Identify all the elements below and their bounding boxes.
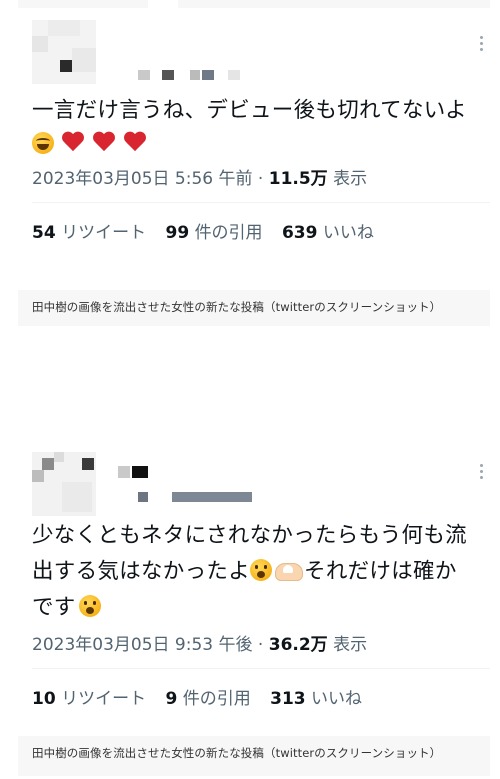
red-heart-icon: [123, 132, 147, 154]
tweet-text: 少なくともネタにされなかったらもう何も流 出する気はなかったよ それだけは確か で…: [32, 523, 467, 620]
views-count: 36.2万: [268, 635, 328, 655]
quotes-stat[interactable]: 9 件の引用: [165, 689, 250, 709]
divider: [32, 202, 490, 203]
avatar-blurred[interactable]: [32, 452, 96, 516]
post-panel-2: 少なくともネタにされなかったらもう何も流 出する気はなかったよ それだけは確か で…: [18, 426, 490, 776]
views-label: 表示: [333, 169, 368, 189]
quotes-stat[interactable]: 99 件の引用: [165, 223, 262, 243]
image-caption: 田中樹の画像を流出させた女性の新たな投稿（twitterのスクリーンショット）: [32, 746, 442, 760]
laughing-face-icon: [32, 132, 54, 154]
tweet-stats: 10 リツイート 9 件の引用 313 いいね: [32, 684, 376, 709]
tweet-text: 一言だけ言うね、デビュー後も切れてないよ: [32, 94, 482, 161]
red-heart-icon: [92, 132, 116, 154]
likes-stat[interactable]: 639 いいね: [282, 223, 374, 243]
tweet-stats: 54 リツイート 99 件の引用 639 いいね: [32, 218, 388, 243]
display-name-blurred[interactable]: [118, 466, 150, 478]
username-blurred[interactable]: [138, 70, 242, 80]
tweet-date[interactable]: 2023年03月05日 5:56 午前: [32, 169, 253, 189]
more-options-icon[interactable]: [480, 36, 484, 54]
tweet-meta: 2023年03月05日 9:53 午後 · 36.2万 表示: [32, 635, 368, 655]
views-count: 11.5万: [268, 169, 328, 189]
more-options-icon[interactable]: [480, 464, 484, 482]
retweets-stat[interactable]: 54 リツイート: [32, 223, 146, 243]
heart-hands-icon: [274, 560, 304, 581]
post-panel-1: 一言だけ言うね、デビュー後も切れてないよ 2023年03月05日 5:56 午前…: [18, 8, 490, 326]
tweet-date[interactable]: 2023年03月05日 9:53 午後: [32, 635, 253, 655]
red-heart-icon: [61, 132, 85, 154]
astonished-face-icon: [250, 559, 273, 581]
username-blurred[interactable]: [138, 492, 254, 502]
retweets-stat[interactable]: 10 リツイート: [32, 689, 146, 709]
divider: [32, 668, 490, 669]
tweet-card-1: 一言だけ言うね、デビュー後も切れてないよ 2023年03月05日 5:56 午前…: [18, 8, 490, 290]
views-label: 表示: [333, 635, 368, 655]
tweet-card-2: 少なくともネタにされなかったらもう何も流 出する気はなかったよ それだけは確か で…: [18, 426, 490, 736]
likes-stat[interactable]: 313 いいね: [270, 689, 362, 709]
image-caption: 田中樹の画像を流出させた女性の新たな投稿（twitterのスクリーンショット）: [32, 300, 442, 314]
astonished-face-icon: [78, 595, 101, 617]
tweet-meta: 2023年03月05日 5:56 午前 · 11.5万 表示: [32, 169, 368, 189]
avatar-blurred[interactable]: [32, 20, 96, 84]
